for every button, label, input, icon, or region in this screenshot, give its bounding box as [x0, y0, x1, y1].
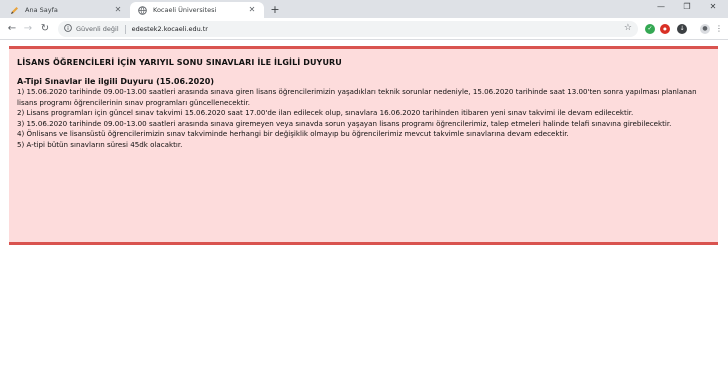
announcement-item: 4) Önlisans ve lisansüstü öğrencilerimiz…	[17, 129, 569, 138]
announcement-title: LİSANS ÖĞRENCİLERİ İÇİN YARIYIL SONU SIN…	[17, 58, 342, 67]
announcement-subtitle: A-Tipi Sınavlar ile ilgili Duyuru (15.06…	[17, 77, 214, 86]
announcement-box: LİSANS ÖĞRENCİLERİ İÇİN YARIYIL SONU SIN…	[9, 46, 718, 245]
close-tab-icon[interactable]: ✕	[112, 4, 124, 16]
minimize-icon[interactable]: —	[648, 0, 674, 14]
forward-arrow-icon[interactable]: →	[20, 21, 36, 37]
red-badge-extension-icon[interactable]: ●	[660, 24, 670, 34]
address-bar[interactable]: Güvenli değil edestek2.kocaeli.edu.tr ☆	[58, 21, 638, 37]
announcement-item: 1) 15.06.2020 tarihinde 09.00-13.00 saat…	[17, 87, 697, 107]
tab-title: Ana Sayfa	[25, 6, 58, 14]
bookmark-star-icon[interactable]: ☆	[624, 23, 632, 33]
announcement-item: 2) Lisans programları için güncel sınav …	[17, 108, 634, 117]
download-extension-icon[interactable]: ↓	[677, 24, 687, 34]
url-text[interactable]: edestek2.kocaeli.edu.tr	[132, 25, 208, 33]
new-tab-button[interactable]: +	[268, 3, 282, 17]
shield-extension-icon[interactable]: ✓	[645, 24, 655, 34]
menu-kebab-icon[interactable]: ⋮	[714, 24, 724, 34]
announcement-item: 5) A-tipi bütün sınavların süresi 45dk o…	[17, 139, 183, 149]
info-icon[interactable]	[64, 24, 72, 34]
maximize-icon[interactable]: ❐	[674, 0, 700, 14]
globe-icon	[138, 5, 147, 15]
tab-ana-sayfa[interactable]: Ana Sayfa ✕	[2, 2, 130, 18]
tab-title: Kocaeli Üniversitesi	[153, 6, 217, 14]
tab-kocaeli-universitesi[interactable]: Kocaeli Üniversitesi ✕	[130, 2, 264, 18]
page-content: LİSANS ÖĞRENCİLERİ İÇİN YARIYIL SONU SIN…	[0, 41, 728, 382]
close-tab-icon[interactable]: ✕	[246, 4, 258, 16]
pencil-icon	[10, 6, 19, 15]
back-arrow-icon[interactable]: ←	[4, 21, 20, 37]
reload-icon[interactable]: ↻	[37, 21, 53, 37]
browser-toolbar: ← → ↻ Güvenli değil edestek2.kocaeli.edu…	[0, 18, 728, 40]
divider	[124, 24, 126, 34]
tab-strip: Ana Sayfa ✕ Kocaeli Üniversitesi ✕ + — ❐…	[0, 0, 728, 18]
profile-avatar-icon[interactable]: ●	[700, 24, 710, 34]
close-window-icon[interactable]: ✕	[700, 0, 726, 14]
security-status[interactable]: Güvenli değil	[76, 25, 119, 33]
announcement-item: 3) 15.06.2020 tarihinde 09.00-13.00 saat…	[17, 118, 672, 128]
